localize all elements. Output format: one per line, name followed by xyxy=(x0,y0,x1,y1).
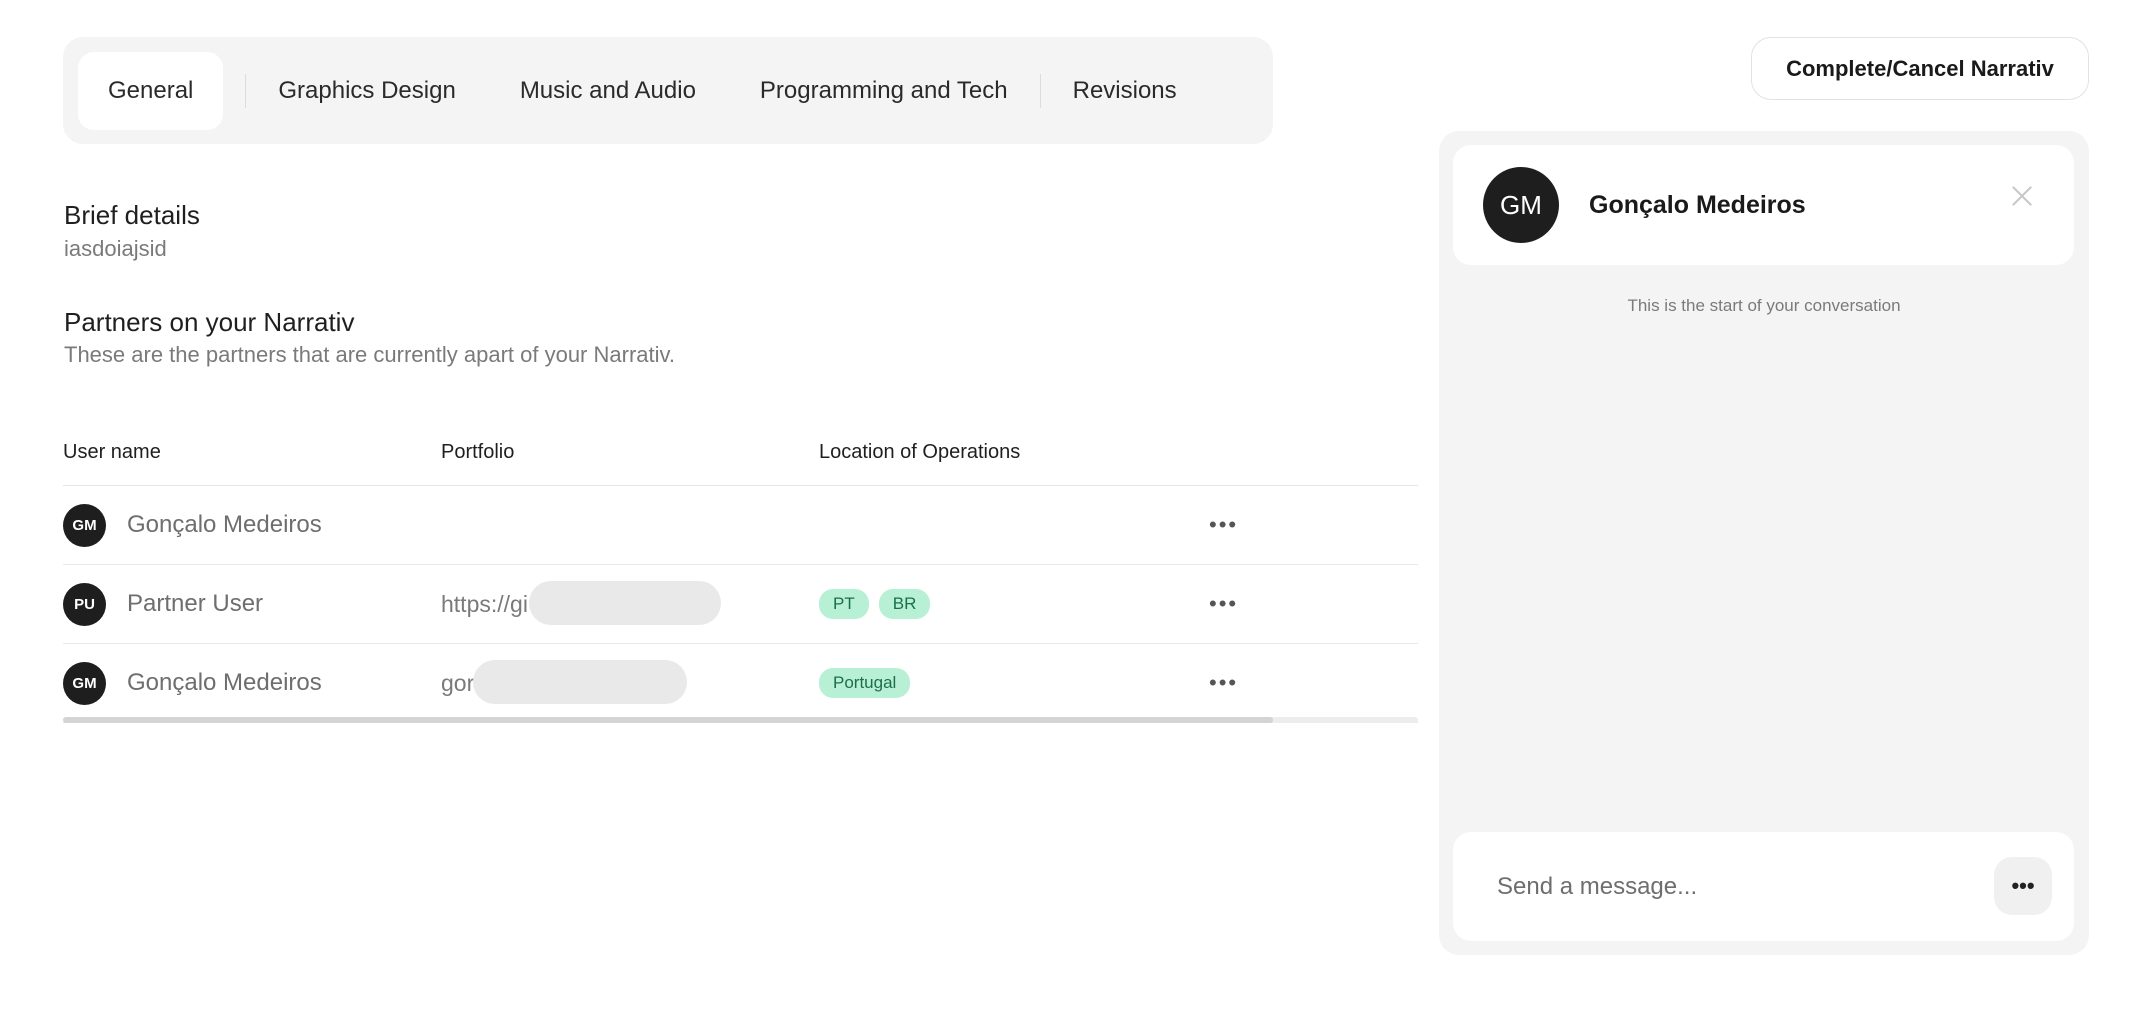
conversation-start-text: This is the start of your conversation xyxy=(1627,296,1901,315)
chat-partner-name: Gonçalo Medeiros xyxy=(1589,190,1806,219)
avatar: GM xyxy=(1483,167,1559,243)
tab-music-and-audio[interactable]: Music and Audio xyxy=(488,52,728,130)
location-chip: BR xyxy=(878,589,931,619)
close-icon[interactable] xyxy=(2010,183,2034,207)
locations: Portugal xyxy=(819,668,1209,698)
partners-subtitle: These are the partners that are currentl… xyxy=(64,342,675,367)
table-row[interactable]: GM Gonçalo Medeiros gor Portugal ••• xyxy=(63,644,1418,723)
brief-details-title: Brief details xyxy=(64,200,200,230)
chat-panel: GM Gonçalo Medeiros This is the start of… xyxy=(1439,131,2089,955)
location-chip: PT xyxy=(819,589,869,619)
chat-header: GM Gonçalo Medeiros xyxy=(1453,145,2074,265)
redacted-overlay xyxy=(529,580,721,625)
column-header-portfolio: Portfolio xyxy=(441,441,515,463)
table-row[interactable]: GM Gonçalo Medeiros ••• xyxy=(63,486,1418,565)
user-name: Partner User xyxy=(127,590,264,617)
row-more-icon[interactable]: ••• xyxy=(1209,670,1238,695)
message-composer: ••• xyxy=(1453,832,2074,941)
horizontal-scrollbar[interactable] xyxy=(63,717,1418,723)
row-more-icon[interactable]: ••• xyxy=(1209,512,1238,537)
user-name: Gonçalo Medeiros xyxy=(127,669,322,696)
tab-revisions[interactable]: Revisions xyxy=(1041,52,1209,130)
avatar: PU xyxy=(63,582,106,626)
partners-title: Partners on your Narrativ xyxy=(64,307,355,337)
tab-bar: General Graphics Design Music and Audio … xyxy=(63,37,1273,144)
tab-general[interactable]: General xyxy=(78,51,224,130)
scrollbar-thumb[interactable] xyxy=(63,717,1273,723)
more-icon[interactable]: ••• xyxy=(1994,857,2052,915)
avatar: GM xyxy=(63,503,106,547)
brief-details-value: iasdoiajsid xyxy=(64,236,167,261)
row-more-icon[interactable]: ••• xyxy=(1209,591,1238,616)
table-row[interactable]: PU Partner User https://gi PT BR ••• xyxy=(63,565,1418,644)
redacted-overlay xyxy=(473,659,687,704)
location-chip: Portugal xyxy=(819,668,911,698)
table-header: User name Portfolio Location of Operatio… xyxy=(63,420,1418,486)
partners-table: User name Portfolio Location of Operatio… xyxy=(63,420,1418,723)
portfolio-link[interactable]: https://gi xyxy=(441,591,528,617)
tab-graphics-design[interactable]: Graphics Design xyxy=(246,52,487,130)
column-header-user-name: User name xyxy=(63,441,161,463)
user-name: Gonçalo Medeiros xyxy=(127,511,322,538)
tab-programming-and-tech[interactable]: Programming and Tech xyxy=(728,52,1040,130)
avatar: GM xyxy=(63,661,106,705)
locations: PT BR xyxy=(819,589,1209,619)
column-header-location: Location of Operations xyxy=(819,441,1021,463)
complete-cancel-button[interactable]: Complete/Cancel Narrativ xyxy=(1751,37,2089,100)
portfolio-link[interactable]: gor xyxy=(441,670,474,696)
message-input[interactable] xyxy=(1497,872,1977,901)
